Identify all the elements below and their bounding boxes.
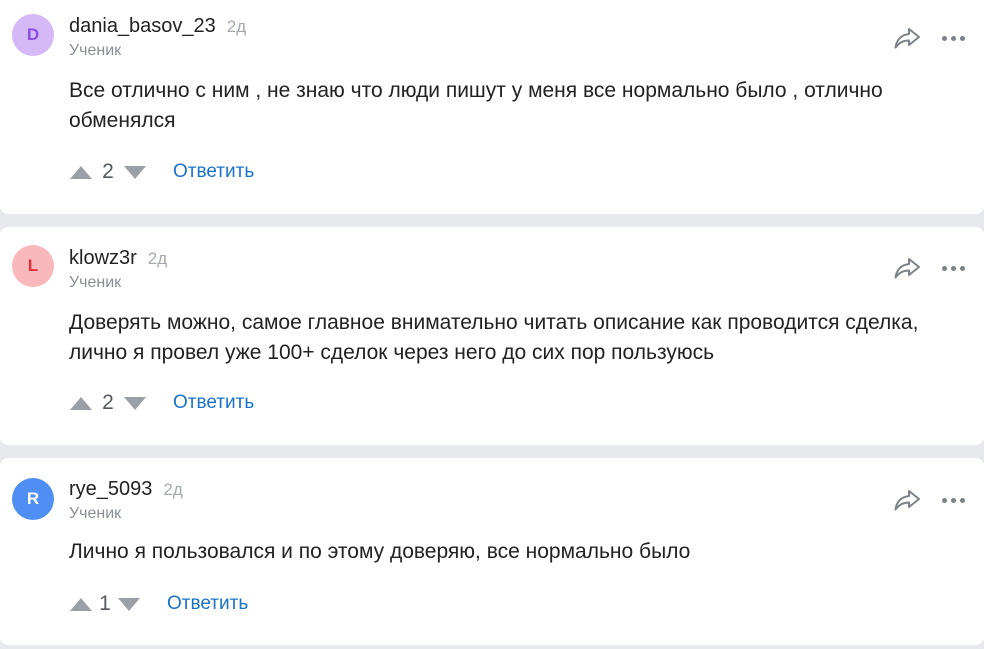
more-dots-icon[interactable] bbox=[942, 494, 965, 507]
comment-header: klowz3r 2д Ученик bbox=[69, 247, 167, 292]
timestamp: 2д bbox=[226, 17, 247, 36]
timestamp: 2д bbox=[163, 480, 183, 499]
avatar[interactable]: R bbox=[12, 478, 54, 520]
comment-card: D dania_basov_23 2д Ученик Все отлично с… bbox=[0, 0, 984, 214]
vote-count: 2 bbox=[102, 160, 114, 183]
username[interactable]: dania_basov_23 bbox=[69, 15, 216, 38]
vote-bar: 1 Ответить bbox=[70, 592, 248, 616]
avatar[interactable]: D bbox=[12, 14, 54, 56]
username[interactable]: klowz3r bbox=[69, 247, 137, 270]
vote-count: 1 bbox=[99, 592, 111, 615]
upvote-triangle-icon[interactable] bbox=[70, 396, 92, 410]
user-rank: Ученик bbox=[69, 274, 122, 291]
comment-header: dania_basov_23 2д Ученик bbox=[69, 15, 246, 60]
avatar-letter: R bbox=[26, 489, 40, 508]
comment-text: Доверять можно, самое главное внимательн… bbox=[69, 311, 919, 364]
vote-count: 2 bbox=[102, 391, 114, 414]
share-arrow-icon[interactable] bbox=[893, 256, 921, 280]
more-dots-icon[interactable] bbox=[942, 262, 965, 275]
downvote-triangle-icon[interactable] bbox=[124, 165, 146, 179]
share-arrow-icon[interactable] bbox=[893, 488, 921, 512]
comment-header: rye_5093 2д Ученик bbox=[69, 478, 183, 523]
avatar-letter: D bbox=[26, 25, 40, 44]
downvote-triangle-icon[interactable] bbox=[118, 597, 140, 611]
reply-button[interactable]: Ответить bbox=[173, 392, 254, 414]
vote-bar: 2 Ответить bbox=[70, 391, 254, 415]
upvote-triangle-icon[interactable] bbox=[70, 597, 92, 611]
comment-actions bbox=[893, 256, 965, 280]
upvote-triangle-icon[interactable] bbox=[70, 165, 92, 179]
username[interactable]: rye_5093 bbox=[69, 478, 152, 501]
comment-text: Лично я пользовался и по этому доверяю, … bbox=[69, 540, 691, 563]
downvote-triangle-icon[interactable] bbox=[124, 396, 146, 410]
avatar[interactable]: L bbox=[12, 245, 54, 287]
comment-card: L klowz3r 2д Ученик Доверять можно, само… bbox=[0, 227, 984, 445]
share-arrow-icon[interactable] bbox=[893, 26, 921, 50]
reply-button[interactable]: Ответить bbox=[173, 161, 254, 183]
comments-feed: D dania_basov_23 2д Ученик Все отлично с… bbox=[0, 0, 984, 649]
comment-actions bbox=[893, 488, 965, 512]
comment-card: R rye_5093 2д Ученик Лично я пользовался… bbox=[0, 458, 984, 645]
comment-text: Все отлично с ним , не знаю что люди пиш… bbox=[69, 79, 883, 132]
more-dots-icon[interactable] bbox=[942, 32, 965, 45]
avatar-letter: L bbox=[27, 256, 39, 275]
user-rank: Ученик bbox=[69, 42, 122, 59]
timestamp: 2д bbox=[147, 249, 168, 268]
vote-bar: 2 Ответить bbox=[70, 160, 254, 184]
comment-actions bbox=[893, 26, 965, 50]
reply-button[interactable]: Ответить bbox=[167, 593, 248, 615]
user-rank: Ученик bbox=[69, 505, 122, 522]
